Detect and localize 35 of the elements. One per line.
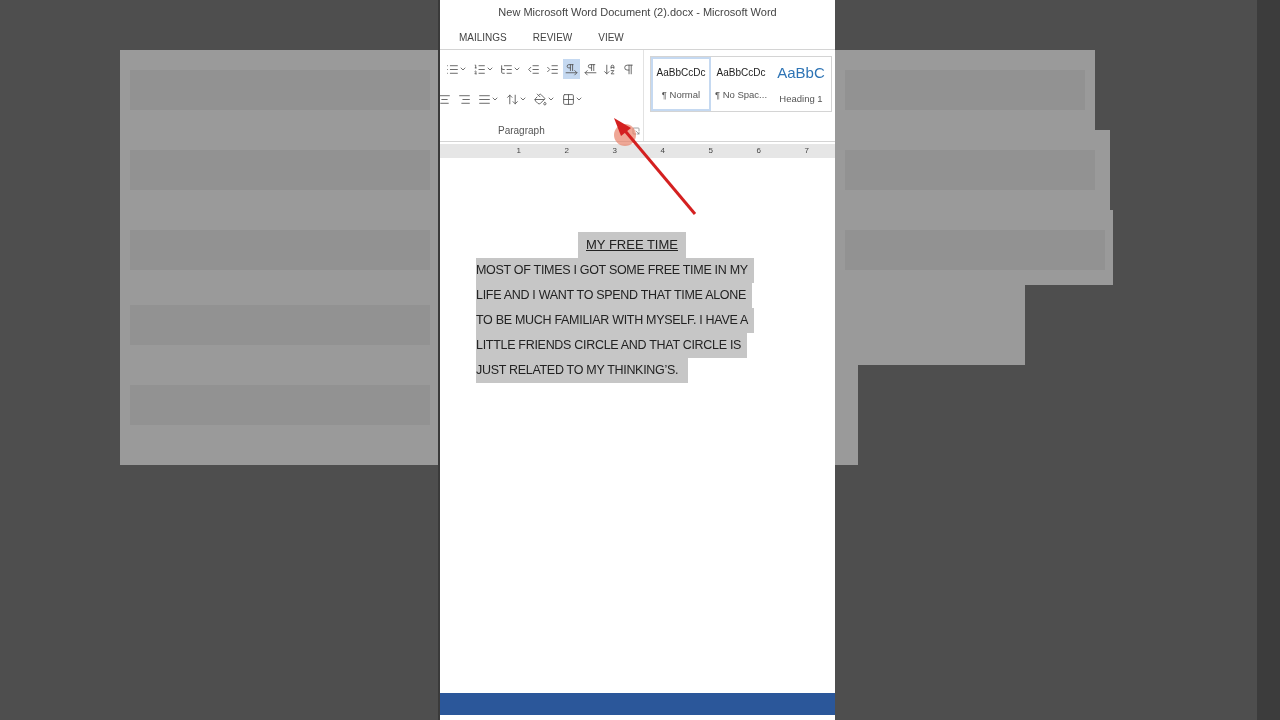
right-to-left-icon [584,62,597,76]
bullets-icon [446,62,459,76]
line-spacing-icon [506,92,519,106]
ruler: 1 2 3 4 5 6 7 [440,144,835,158]
left-to-right-icon [565,62,578,76]
decrease-indent-icon [527,62,540,76]
caret-icon [491,95,499,103]
style-item[interactable]: AaBbCcDc ¶ No Spac... [711,57,771,111]
multilevel-list-icon [500,62,513,76]
justify-icon [478,92,491,106]
group-label: Paragraph [498,124,545,138]
caret-icon [486,65,494,73]
caret-icon [513,65,521,73]
caret-icon [519,95,527,103]
document-paragraph: MOST OF TIMES I GOT SOME FREE TIME IN MY LIFE AND I WANT TO SPEND THAT TIME ALONE TO BE MUCH FAMILIAR WITH MYSELF. I HAVE A LITTLE FRIENDS CIRCLE AND THAT CIRCLE IS JUST RELATED TO MY THINKING’S. [476,257,835,383]
borders-icon [562,92,575,106]
dialog-launcher-icon[interactable] [632,126,640,135]
align-right-icon [458,92,471,106]
window-title: New Microsoft Word Document (2).docx - Microsoft Word [497,5,778,21]
increase-indent-icon [546,62,559,76]
caret-icon [547,95,555,103]
paint-bucket-icon [534,92,547,106]
style-item[interactable]: AaBbC Heading 1 [771,57,831,111]
pilcrow-icon [622,62,635,76]
numbered-list-icon [473,62,486,76]
caret-icon [575,95,583,103]
ribbon-tab[interactable]: REVIEW [525,26,580,48]
ribbon-tab[interactable]: VIEW [591,26,631,48]
caret-icon [459,65,467,73]
style-item[interactable]: AaBbCcDc ¶ Normal [651,57,711,111]
align-center-icon [440,92,451,106]
ribbon-tab[interactable]: MAILINGS [452,26,514,48]
document-title: MY FREE TIME [578,232,686,258]
left-to-right-button[interactable] [563,59,580,79]
sort-icon [603,62,616,76]
